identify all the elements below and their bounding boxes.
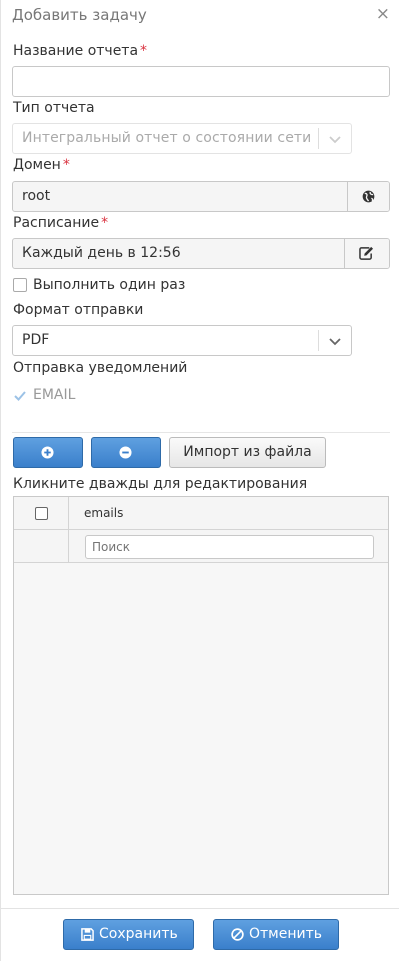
ban-icon <box>231 928 244 941</box>
report-name-label-text: Название отчета <box>13 43 139 59</box>
edit-hint: Кликните дважды для редактирования <box>13 476 308 492</box>
minus-circle-icon <box>119 446 132 459</box>
schedule-edit-button[interactable] <box>344 239 389 268</box>
grid-filter-row <box>14 530 388 563</box>
domain-label-text: Домен <box>13 157 61 173</box>
schedule-field: Каждый день в 12:56 <box>12 238 390 269</box>
run-once-checkbox[interactable] <box>13 278 27 292</box>
column-header-emails[interactable]: emails <box>84 506 123 520</box>
column-divider <box>68 530 69 562</box>
email-checkbox-checked-icon[interactable] <box>13 389 27 403</box>
report-type-label: Тип отчета <box>13 100 95 116</box>
add-task-dialog: Добавить задачу × Название отчета * Тип о… <box>0 0 399 961</box>
domain-label: Домен * <box>13 157 70 173</box>
cancel-button[interactable]: Отменить <box>213 919 339 950</box>
domain-field: root <box>12 181 390 212</box>
chevron-down-icon <box>329 338 341 346</box>
send-format-select[interactable]: PDF <box>12 325 352 356</box>
edit-icon <box>359 246 374 260</box>
add-row-button[interactable] <box>13 437 83 468</box>
required-mark: * <box>62 157 70 173</box>
required-mark: * <box>140 43 148 59</box>
plus-circle-icon <box>41 446 54 459</box>
report-type-select[interactable]: Интегральный отчет о состоянии сети <box>12 123 352 154</box>
cancel-button-label: Отменить <box>249 926 323 942</box>
dialog-title-bar: Добавить задачу × <box>1 0 399 30</box>
notifications-label: Отправка уведомлений <box>13 360 188 376</box>
globe-icon <box>362 190 375 203</box>
emails-grid: emails <box>13 496 389 895</box>
send-format-label: Формат отправки <box>13 302 144 318</box>
select-divider <box>318 128 319 149</box>
chevron-down-icon <box>329 136 341 144</box>
column-divider <box>68 497 69 529</box>
footer-divider <box>1 908 399 909</box>
run-once-label: Выполнить один раз <box>33 277 186 293</box>
divider <box>12 432 390 433</box>
close-icon[interactable]: × <box>376 4 390 24</box>
schedule-label: Расписание * <box>13 215 108 231</box>
select-divider <box>318 330 319 351</box>
required-mark: * <box>101 215 109 231</box>
grid-header: emails <box>14 497 388 530</box>
send-format-value: PDF <box>22 332 50 348</box>
schedule-value: Каждый день в 12:56 <box>22 245 181 261</box>
schedule-label-text: Расписание <box>13 215 100 231</box>
save-button[interactable]: Сохранить <box>63 919 194 950</box>
save-icon <box>81 928 94 941</box>
report-name-input[interactable] <box>12 66 390 97</box>
report-name-label: Название отчета * <box>13 43 147 59</box>
domain-value: root <box>22 188 51 204</box>
save-button-label: Сохранить <box>99 926 178 942</box>
import-from-file-button[interactable]: Импорт из файла <box>169 437 326 468</box>
emails-filter-input[interactable] <box>85 535 374 559</box>
select-all-checkbox[interactable] <box>35 507 48 520</box>
report-type-value: Интегральный отчет о состоянии сети <box>22 130 312 146</box>
domain-picker-button[interactable] <box>347 182 389 211</box>
dialog-title: Добавить задачу <box>12 6 147 24</box>
remove-row-button[interactable] <box>91 437 161 468</box>
email-label: EMAIL <box>33 387 76 403</box>
